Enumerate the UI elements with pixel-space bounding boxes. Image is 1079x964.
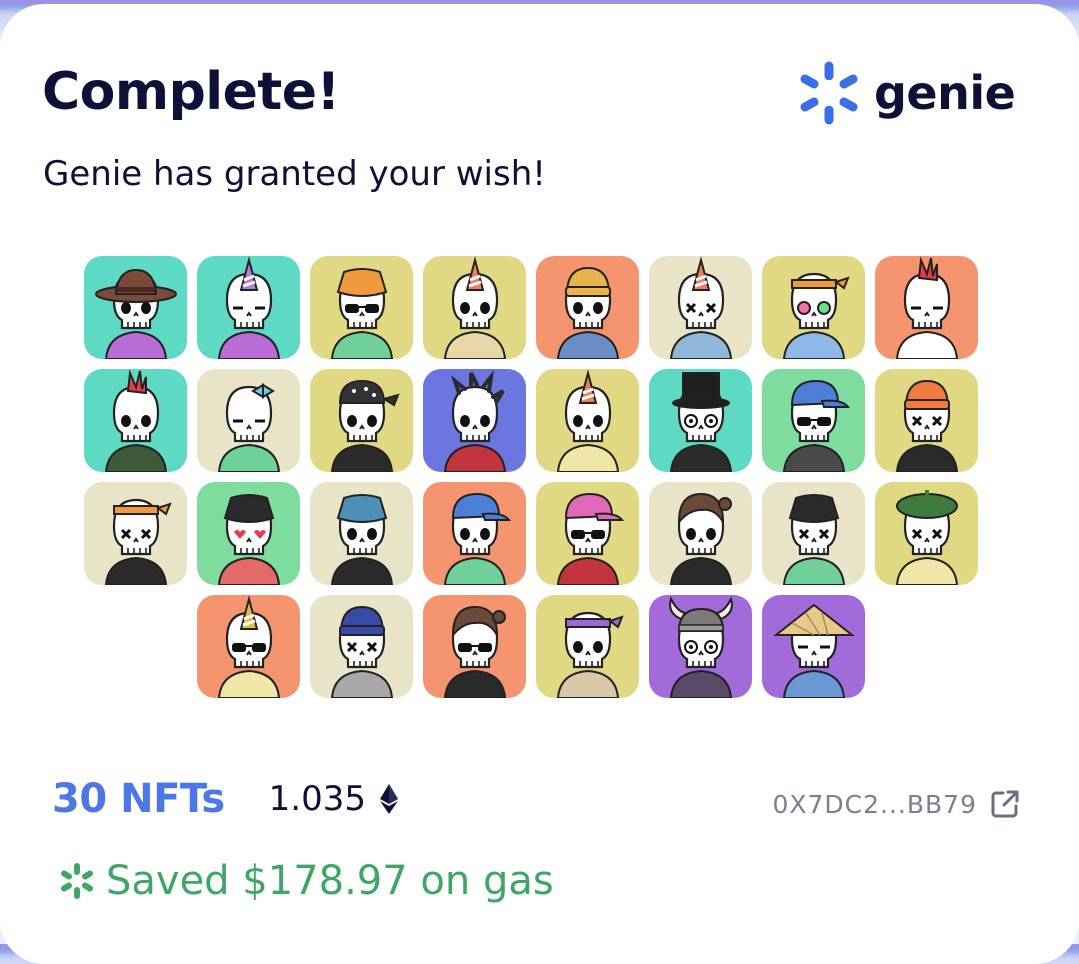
nft-thumbnail[interactable]: [423, 369, 526, 472]
skull-avatar-image: [330, 605, 394, 698]
total-price: 1.035: [268, 779, 367, 819]
nft-thumbnail[interactable]: [197, 482, 300, 585]
nft-thumbnail[interactable]: [197, 595, 300, 698]
skull-avatar-image: [669, 492, 733, 585]
gas-savings-label: Saved $178.97 on gas: [106, 858, 554, 904]
nft-thumbnail[interactable]: [649, 482, 752, 585]
skull-avatar-image: [782, 494, 846, 585]
nft-thumbnail[interactable]: [423, 256, 526, 359]
checkout-complete-card: Complete! Genie has granted your wish! g…: [0, 4, 1079, 964]
nft-thumbnail[interactable]: [84, 369, 187, 472]
nft-count: 30 NFTs: [52, 776, 225, 822]
nft-thumbnail[interactable]: [649, 369, 752, 472]
skull-avatar-image: [104, 369, 168, 472]
nft-grid: [84, 256, 978, 698]
nft-thumbnail[interactable]: [310, 256, 413, 359]
skull-avatar-image: [556, 611, 624, 698]
skull-avatar-image: [773, 603, 855, 698]
skull-avatar-image: [895, 256, 959, 359]
skull-avatar-image: [443, 370, 507, 472]
nft-thumbnail[interactable]: [875, 256, 978, 359]
nft-thumbnail[interactable]: [649, 595, 752, 698]
nft-thumbnail[interactable]: [762, 256, 865, 359]
nft-thumbnail[interactable]: [762, 369, 865, 472]
gas-savings: Saved $178.97 on gas: [58, 858, 554, 904]
page-subtitle: Genie has granted your wish!: [43, 154, 546, 194]
skull-avatar-image: [556, 369, 620, 472]
skull-avatar-image: [669, 372, 733, 472]
skull-avatar-image: [443, 256, 507, 359]
skull-avatar-image: [556, 266, 620, 359]
nft-thumbnail[interactable]: [762, 595, 865, 698]
wallet-address[interactable]: 0X7DC2...BB79: [772, 790, 977, 819]
skull-avatar-image: [330, 268, 394, 359]
nft-thumbnail[interactable]: [536, 369, 639, 472]
transaction-link[interactable]: 0X7DC2...BB79: [772, 788, 1021, 820]
nft-thumbnail[interactable]: [423, 482, 526, 585]
nft-thumbnail[interactable]: [423, 595, 526, 698]
skull-avatar-image: [556, 492, 625, 585]
skull-avatar-image: [443, 605, 507, 698]
skull-avatar-image: [895, 379, 959, 472]
genie-logo: genie: [796, 60, 1016, 126]
skull-avatar-image: [669, 256, 733, 359]
nft-thumbnail[interactable]: [762, 482, 865, 585]
nft-thumbnail[interactable]: [197, 256, 300, 359]
skull-avatar-image: [95, 268, 177, 359]
external-link-icon[interactable]: [989, 788, 1021, 820]
skull-avatar-image: [217, 383, 281, 472]
skull-avatar-image: [330, 494, 394, 585]
skull-avatar-image: [330, 379, 400, 472]
nft-thumbnail[interactable]: [310, 369, 413, 472]
nft-thumbnail[interactable]: [310, 595, 413, 698]
nft-thumbnail[interactable]: [875, 482, 978, 585]
ethereum-icon: [380, 784, 399, 814]
skull-avatar-image: [669, 596, 733, 698]
nft-thumbnail[interactable]: [84, 256, 187, 359]
skull-avatar-image: [782, 379, 851, 472]
nft-thumbnail[interactable]: [536, 595, 639, 698]
nft-thumbnail[interactable]: [536, 482, 639, 585]
nft-thumbnail[interactable]: [197, 369, 300, 472]
skull-avatar-image: [217, 494, 281, 585]
nft-thumbnail[interactable]: [84, 482, 187, 585]
nft-thumbnail[interactable]: [875, 369, 978, 472]
page-title: Complete!: [42, 62, 340, 122]
nft-thumbnail[interactable]: [649, 256, 752, 359]
skull-avatar-image: [443, 492, 512, 585]
genie-star-logo-icon: [800, 61, 858, 125]
gas-badge-icon: [61, 863, 93, 899]
purchase-summary: 30 NFTs 1.035: [52, 776, 399, 822]
skull-avatar-image: [217, 595, 281, 698]
genie-wordmark: genie: [874, 66, 1016, 120]
nft-thumbnail[interactable]: [536, 256, 639, 359]
nft-thumbnail[interactable]: [310, 482, 413, 585]
skull-avatar-image: [104, 498, 172, 585]
skull-avatar-image: [895, 490, 959, 585]
skull-avatar-image: [782, 272, 850, 359]
skull-avatar-image: [217, 256, 281, 359]
